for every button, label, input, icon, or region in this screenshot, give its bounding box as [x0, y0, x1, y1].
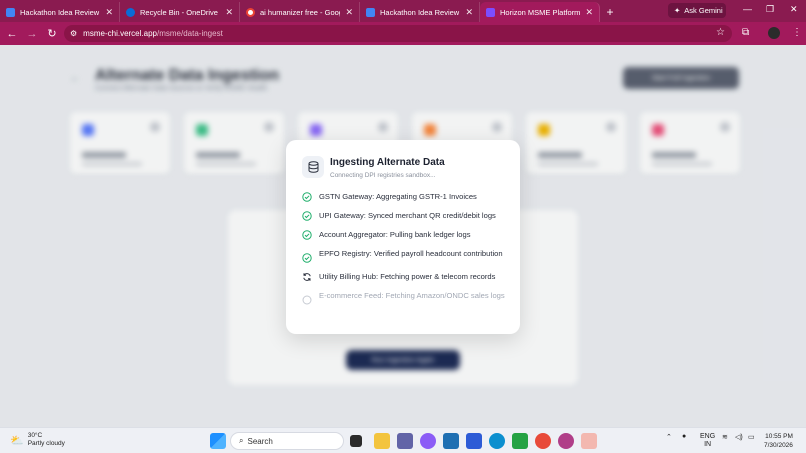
site-info-icon[interactable]: ⚙	[70, 29, 77, 38]
tray-app-icon[interactable]: ●	[682, 433, 686, 440]
list-item: UPI Gateway: Synced merchant QR credit/d…	[302, 211, 512, 221]
battery-icon[interactable]: ▭	[748, 433, 755, 441]
weather-widget[interactable]: ⛅ 30°C Partly cloudy	[10, 432, 65, 448]
url-text: msme-chi.vercel.app/msme/data-ingest	[83, 29, 223, 38]
list-item: Utility Billing Hub: Fetching power & te…	[302, 272, 512, 282]
windows-taskbar: ⛅ 30°C Partly cloudy ⌕ Search ⌃ ● ENG IN…	[0, 427, 806, 453]
forward-icon[interactable]: →	[22, 28, 42, 40]
close-tab-icon[interactable]: ✕	[225, 7, 233, 18]
step-label: Account Aggregator: Pulling bank ledger …	[319, 230, 471, 239]
whatsapp-icon[interactable]	[512, 433, 528, 449]
database-icon	[302, 156, 324, 178]
list-item: Account Aggregator: Pulling bank ledger …	[302, 230, 512, 240]
address-bar[interactable]: ⚙ msme-chi.vercel.app/msme/data-ingest	[64, 25, 732, 42]
taskbar-search[interactable]: ⌕ Search	[230, 432, 344, 450]
onedrive-icon	[126, 7, 135, 17]
copilot-icon[interactable]	[420, 433, 436, 449]
step-label: Utility Billing Hub: Fetching power & te…	[319, 272, 496, 281]
close-tab-icon[interactable]: ✕	[105, 7, 113, 18]
gemini-tab-icon	[366, 7, 375, 17]
reload-icon[interactable]: ↻	[42, 27, 62, 40]
wifi-icon[interactable]: ≋	[722, 433, 728, 441]
browser-toolbar: ← → ↻ ⚙ msme-chi.vercel.app/msme/data-in…	[0, 22, 806, 45]
tab-recycle-bin[interactable]: Recycle Bin - OneDrive ✕	[120, 2, 240, 22]
step-label: E-commerce Feed: Fetching Amazon/ONDC sa…	[319, 291, 505, 300]
close-tab-icon[interactable]: ✕	[585, 7, 593, 18]
clock-time: 10:55 PM	[765, 433, 793, 440]
weather-temp: 30°C	[27, 432, 43, 439]
list-item: E-commerce Feed: Fetching Amazon/ONDC sa…	[302, 291, 512, 305]
pending-circle-icon	[302, 295, 312, 305]
check-circle-icon	[302, 253, 312, 263]
edge-icon[interactable]	[489, 433, 505, 449]
ingestion-modal: Ingesting Alternate Data Connecting DPI …	[286, 140, 520, 334]
step-label: UPI Gateway: Synced merchant QR credit/d…	[319, 211, 496, 220]
modal-title: Ingesting Alternate Data	[330, 157, 445, 168]
system-clock[interactable]: 10:55 PM 7/30/2026	[764, 432, 793, 450]
close-tab-icon[interactable]: ✕	[345, 7, 353, 18]
check-circle-icon	[302, 211, 312, 221]
file-explorer-icon[interactable]	[374, 433, 390, 449]
teams-icon[interactable]	[397, 433, 413, 449]
weather-icon: ⛅	[10, 434, 24, 447]
horizon-icon	[486, 7, 495, 17]
page-content: ← Alternate Data Ingestion Connect Alter…	[0, 45, 806, 427]
tab-google-search[interactable]: ai humanizer free - Google Se ✕	[240, 2, 360, 22]
minimize-icon[interactable]: —	[743, 4, 752, 14]
google-icon	[246, 7, 255, 17]
store-icon[interactable]	[443, 433, 459, 449]
clock-date: 7/30/2026	[764, 442, 793, 449]
step-label: GSTN Gateway: Aggregating GSTR-1 Invoice…	[319, 192, 477, 201]
list-item: EPFO Registry: Verified payroll headcoun…	[302, 249, 512, 263]
show-hidden-icons[interactable]: ⌃	[666, 433, 672, 441]
ask-gemini-button[interactable]: ✦ Ask Gemini	[668, 3, 726, 18]
gemini-sparkle-icon: ✦	[674, 6, 681, 15]
chrome-profile-icon[interactable]	[558, 433, 574, 449]
sync-icon	[303, 273, 311, 281]
gemini-tab-icon	[6, 7, 15, 17]
new-tab-button[interactable]: +	[600, 2, 620, 22]
tab-title: Hackathon Idea Review	[20, 7, 100, 17]
volume-icon[interactable]: ◁)	[735, 433, 743, 441]
url-host: msme-chi.vercel.app	[83, 29, 157, 38]
snipping-tool-icon[interactable]	[581, 433, 597, 449]
tab-title: Recycle Bin - OneDrive	[140, 7, 218, 17]
step-label: EPFO Registry: Verified payroll headcoun…	[319, 249, 503, 258]
close-window-icon[interactable]: ✕	[790, 4, 798, 15]
tab-horizon-msme[interactable]: Horizon MSME Platform ✕	[480, 2, 600, 22]
region-code: IN	[704, 441, 712, 448]
task-view-icon[interactable]	[350, 435, 362, 447]
app-icon[interactable]	[466, 433, 482, 449]
tab-title: Horizon MSME Platform	[500, 7, 581, 17]
windows-start-icon[interactable]	[210, 433, 226, 449]
extensions-icon[interactable]: ⧉	[742, 27, 749, 38]
profile-avatar[interactable]	[768, 27, 780, 39]
tab-hackathon-idea-review[interactable]: Hackathon Idea Review ✕	[0, 2, 120, 22]
weather-desc: Partly cloudy	[27, 440, 65, 447]
tab-hackathon-idea-review-2[interactable]: Hackathon Idea Review ✕	[360, 2, 480, 22]
close-tab-icon[interactable]: ✕	[465, 7, 473, 18]
check-circle-icon	[302, 192, 312, 202]
lang-code: ENG	[700, 433, 716, 440]
check-circle-icon	[302, 230, 312, 240]
ask-gemini-label: Ask Gemini	[684, 6, 723, 15]
chrome-icon[interactable]	[535, 433, 551, 449]
url-path: /msme/data-ingest	[156, 29, 223, 38]
menu-icon[interactable]: ⋮	[792, 27, 802, 38]
search-label: Search	[247, 436, 273, 446]
restore-icon[interactable]: ❐	[766, 4, 774, 15]
modal-subtitle: Connecting DPI registries sandbox...	[330, 172, 436, 179]
search-icon: ⌕	[239, 436, 244, 445]
language-indicator[interactable]: ENG IN	[700, 433, 715, 449]
bookmark-star-icon[interactable]: ☆	[716, 27, 725, 38]
ingestion-steps: GSTN Gateway: Aggregating GSTR-1 Invoice…	[302, 192, 512, 314]
back-icon[interactable]: ←	[2, 28, 22, 40]
tab-title: Hackathon Idea Review	[380, 7, 460, 17]
list-item: GSTN Gateway: Aggregating GSTR-1 Invoice…	[302, 192, 512, 202]
tab-title: ai humanizer free - Google Se	[260, 7, 340, 17]
